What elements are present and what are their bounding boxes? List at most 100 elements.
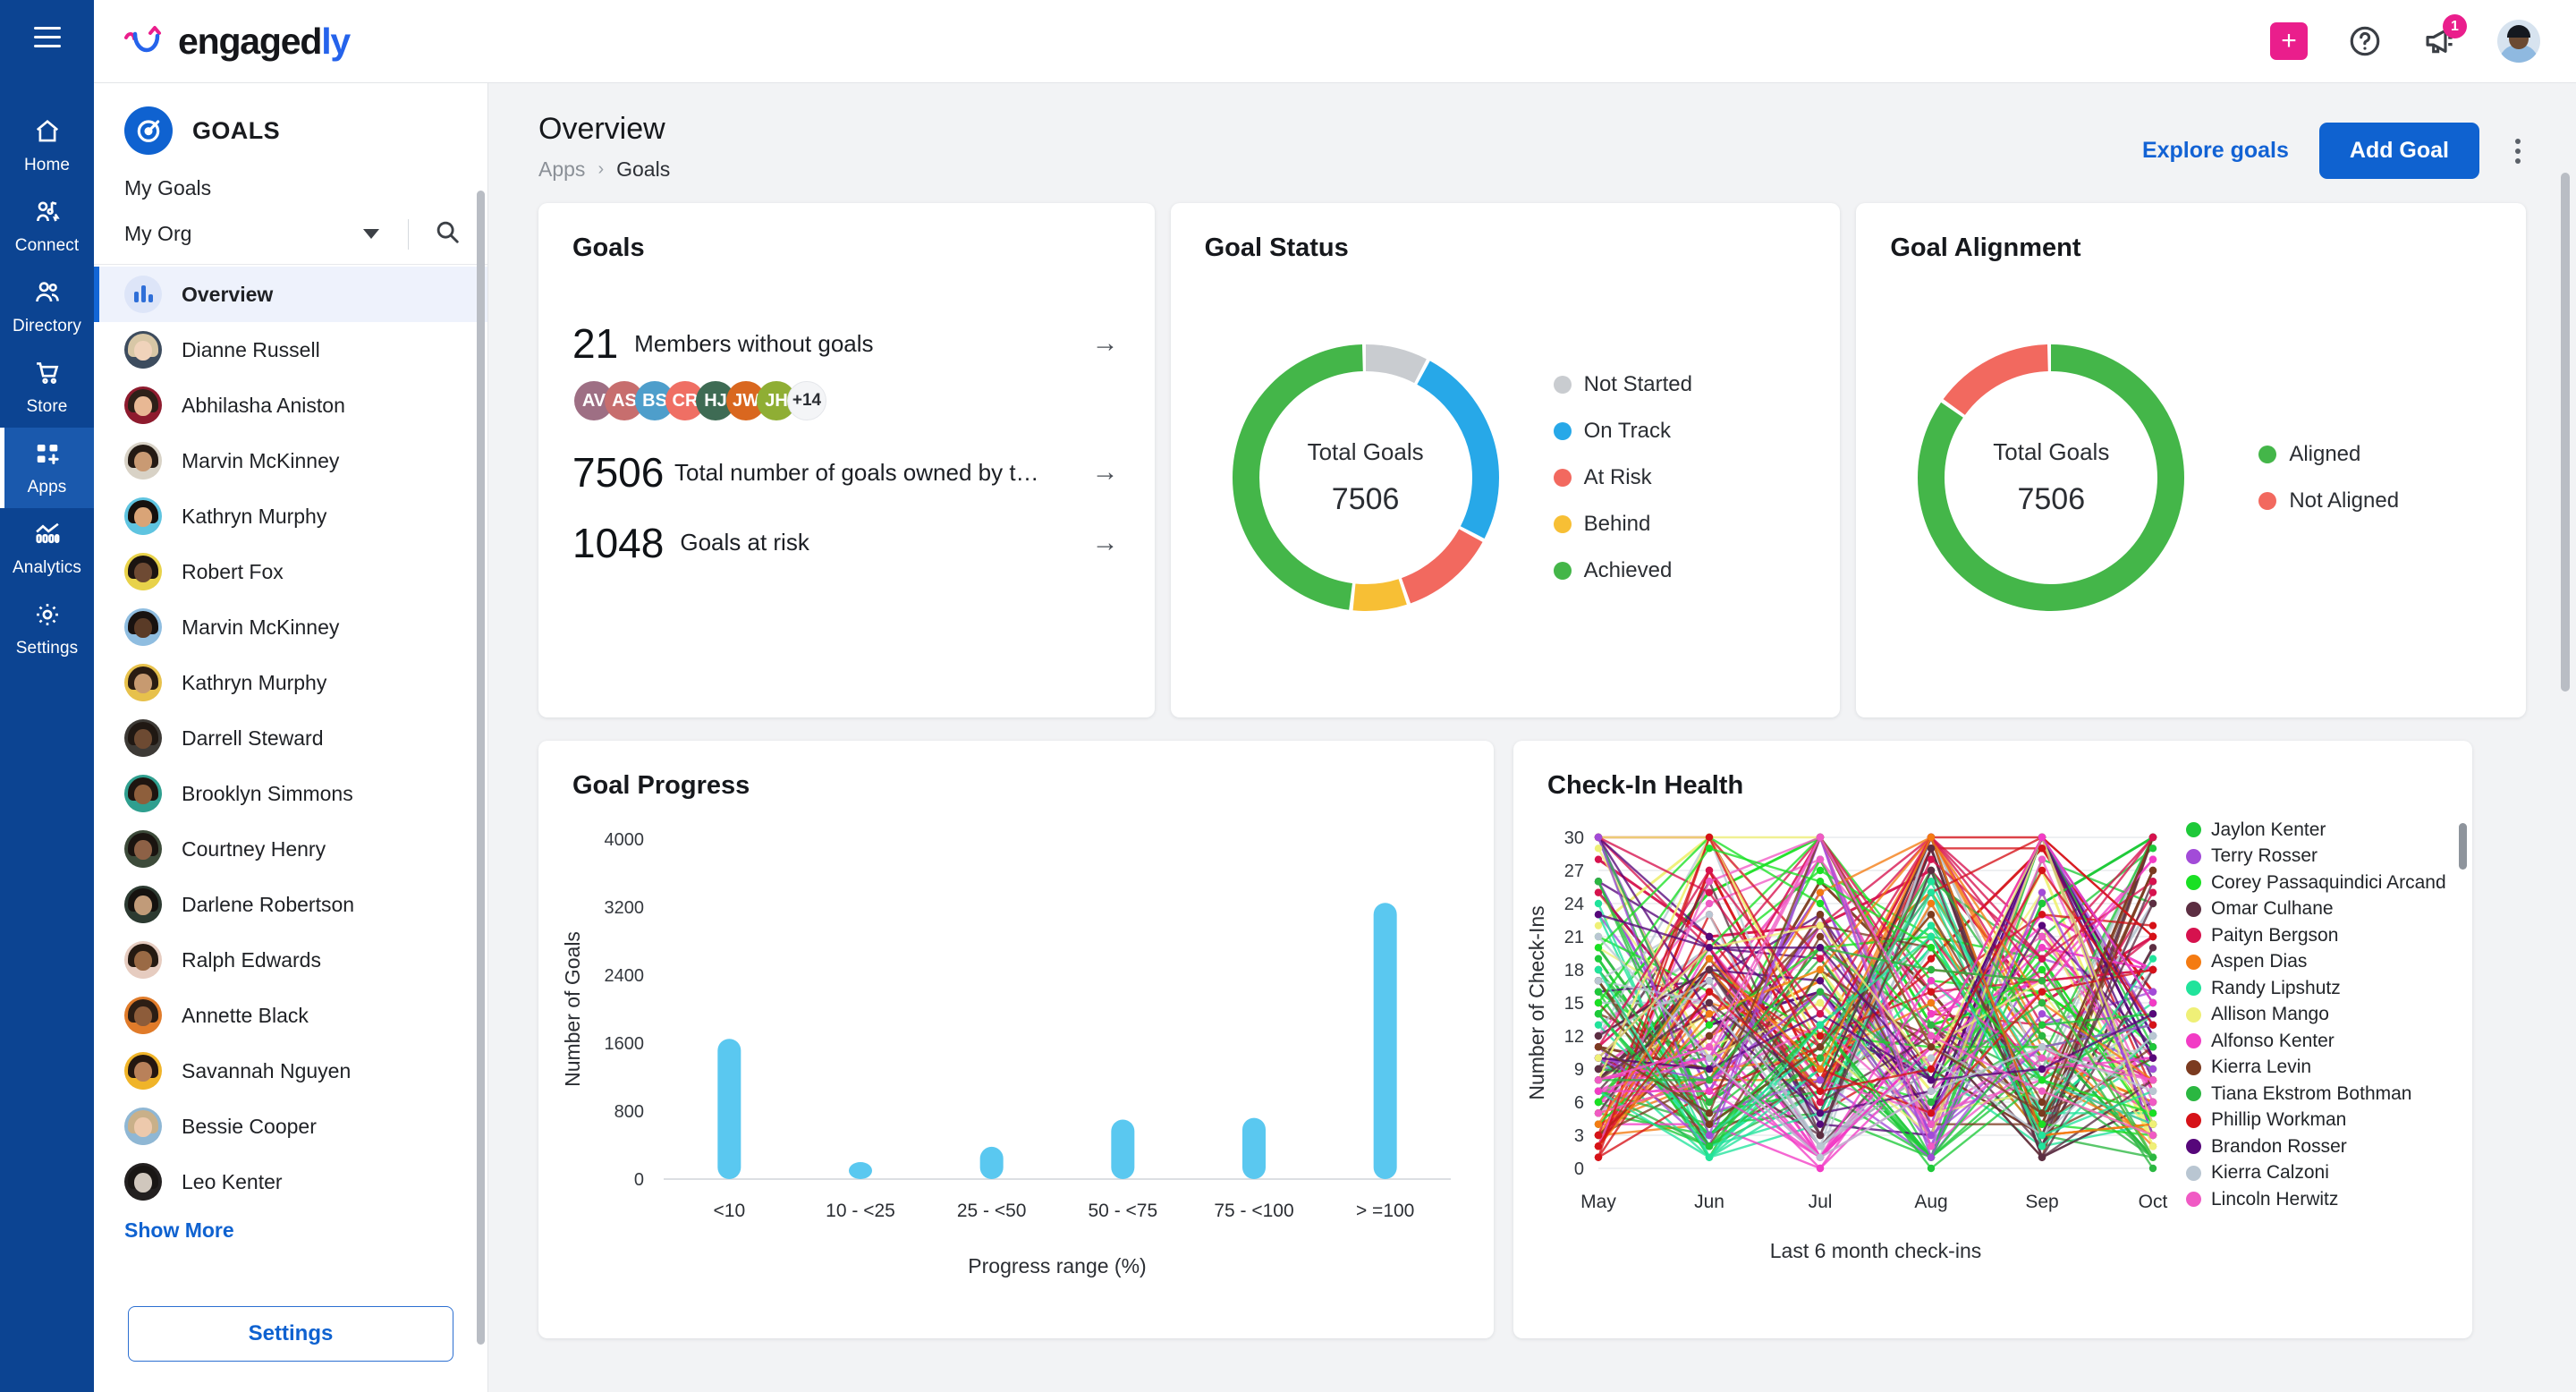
series-point[interactable] [1595, 988, 1602, 995]
series-point[interactable] [2038, 933, 2046, 940]
user-avatar[interactable] [2497, 20, 2540, 63]
series-point[interactable] [1706, 1120, 1713, 1127]
bar[interactable] [849, 1162, 872, 1179]
series-point[interactable] [1706, 1065, 1713, 1073]
sidebar-item-member[interactable]: Abhilasha Aniston [94, 378, 487, 433]
series-point[interactable] [2038, 1120, 2046, 1127]
series-point[interactable] [1595, 999, 1602, 1006]
legend-item[interactable]: Terry Rosser [2186, 844, 2431, 870]
series-point[interactable] [2149, 888, 2157, 895]
series-point[interactable] [2149, 1165, 2157, 1172]
sidebar-item-member[interactable]: Savannah Nguyen [94, 1043, 487, 1099]
series-point[interactable] [2038, 1142, 2046, 1150]
series-point[interactable] [2038, 867, 2046, 874]
metric-goals-at-risk[interactable]: 1048 Goals at risk → [538, 522, 1155, 564]
series-point[interactable] [2149, 834, 2157, 841]
series-point[interactable] [1595, 1043, 1602, 1050]
series-point[interactable] [2038, 999, 2046, 1006]
rail-item-analytics[interactable]: Analytics [0, 508, 94, 589]
rail-item-apps[interactable]: Apps [0, 428, 94, 508]
series-point[interactable] [2038, 988, 2046, 995]
rail-item-directory[interactable]: Directory [0, 267, 94, 347]
sidebar-item-member[interactable]: Kathryn Murphy [94, 488, 487, 544]
series-point[interactable] [1928, 1132, 1935, 1139]
series-point[interactable] [1706, 888, 1713, 895]
series-point[interactable] [1595, 1032, 1602, 1040]
series-point[interactable] [1817, 1087, 1824, 1094]
series-point[interactable] [1595, 966, 1602, 973]
breadcrumb-goals[interactable]: Goals [616, 157, 670, 182]
series-point[interactable] [1928, 944, 1935, 951]
legend-item[interactable]: On Track [1554, 419, 1692, 444]
legend-item[interactable]: Jaylon Kenter [2186, 817, 2431, 844]
arrow-right-icon[interactable]: → [1081, 328, 1119, 359]
series-point[interactable] [1595, 921, 1602, 929]
sidebar-item-member[interactable]: Brooklyn Simmons [94, 766, 487, 821]
series-point[interactable] [1595, 1021, 1602, 1028]
series-point[interactable] [1817, 1010, 1824, 1017]
series-point[interactable] [1706, 955, 1713, 962]
series-point[interactable] [1817, 921, 1824, 929]
series-point[interactable] [1595, 888, 1602, 895]
series-point[interactable] [1928, 1010, 1935, 1017]
avatar-overflow-count[interactable]: +14 [787, 381, 826, 420]
panel-scrollbar[interactable] [477, 191, 485, 1345]
series-point[interactable] [2038, 900, 2046, 907]
series-point[interactable] [1928, 1109, 1935, 1116]
series-point[interactable] [2149, 944, 2157, 951]
legend-item[interactable]: Phillip Workman [2186, 1108, 2431, 1134]
series-point[interactable] [1595, 944, 1602, 951]
sidebar-item-member[interactable]: Annette Black [94, 988, 487, 1043]
series-point[interactable] [2149, 1032, 2157, 1040]
series-point[interactable] [1595, 977, 1602, 984]
series-point[interactable] [1595, 933, 1602, 940]
checkin-health-legend[interactable]: Jaylon KenterTerry RosserCorey Passaquin… [2186, 817, 2445, 1237]
series-point[interactable] [1928, 867, 1935, 874]
series-point[interactable] [1817, 1076, 1824, 1083]
main-scrollbar[interactable] [2561, 173, 2570, 692]
series-point[interactable] [1706, 1032, 1713, 1040]
series-point[interactable] [2038, 855, 2046, 862]
series-point[interactable] [1928, 988, 1935, 995]
series-point[interactable] [1817, 1043, 1824, 1050]
rail-item-settings[interactable]: Settings [0, 589, 94, 669]
series-point[interactable] [1928, 855, 1935, 862]
series-point[interactable] [2149, 1120, 2157, 1127]
series-point[interactable] [1928, 1065, 1935, 1073]
search-icon[interactable] [434, 218, 461, 250]
engagedly-logo[interactable]: engagedly [121, 21, 350, 63]
series-point[interactable] [1706, 1054, 1713, 1061]
series-point[interactable] [1595, 878, 1602, 885]
series-point[interactable] [1595, 955, 1602, 962]
sidebar-item-member[interactable]: Darlene Robertson [94, 877, 487, 932]
series-point[interactable] [2149, 1109, 2157, 1116]
series-point[interactable] [1928, 888, 1935, 895]
legend-item[interactable]: Randy Lipshutz [2186, 975, 2431, 1002]
series-point[interactable] [2038, 1054, 2046, 1061]
legend-item[interactable]: At Risk [1554, 465, 1692, 490]
chevron-down-icon[interactable] [363, 229, 379, 239]
series-point[interactable] [2038, 1153, 2046, 1160]
series-point[interactable] [1817, 1032, 1824, 1040]
series-point[interactable] [2038, 1087, 2046, 1094]
series-point[interactable] [2038, 1043, 2046, 1050]
rail-item-store[interactable]: Store [0, 347, 94, 428]
series-point[interactable] [1817, 1153, 1824, 1160]
series-point[interactable] [2038, 955, 2046, 962]
arrow-right-icon[interactable]: → [1081, 528, 1119, 558]
member-list[interactable]: Overview Dianne RussellAbhilasha Aniston… [94, 265, 487, 1283]
series-point[interactable] [2038, 944, 2046, 951]
my-goals-link[interactable]: My Goals [94, 171, 487, 211]
series-point[interactable] [2149, 1142, 2157, 1150]
series-point[interactable] [1928, 1021, 1935, 1028]
series-point[interactable] [1706, 1043, 1713, 1050]
series-point[interactable] [2149, 1054, 2157, 1061]
series-point[interactable] [2038, 977, 2046, 984]
legend-item[interactable]: Achieved [1554, 558, 1692, 583]
metric-total-goals[interactable]: 7506 Total number of goals owned by t… → [538, 451, 1155, 494]
legend-item[interactable]: Allison Mango [2186, 1002, 2431, 1029]
settings-button[interactable]: Settings [128, 1306, 453, 1362]
series-point[interactable] [1928, 966, 1935, 973]
legend-item[interactable]: Not Aligned [2258, 488, 2399, 514]
series-point[interactable] [1595, 834, 1602, 841]
